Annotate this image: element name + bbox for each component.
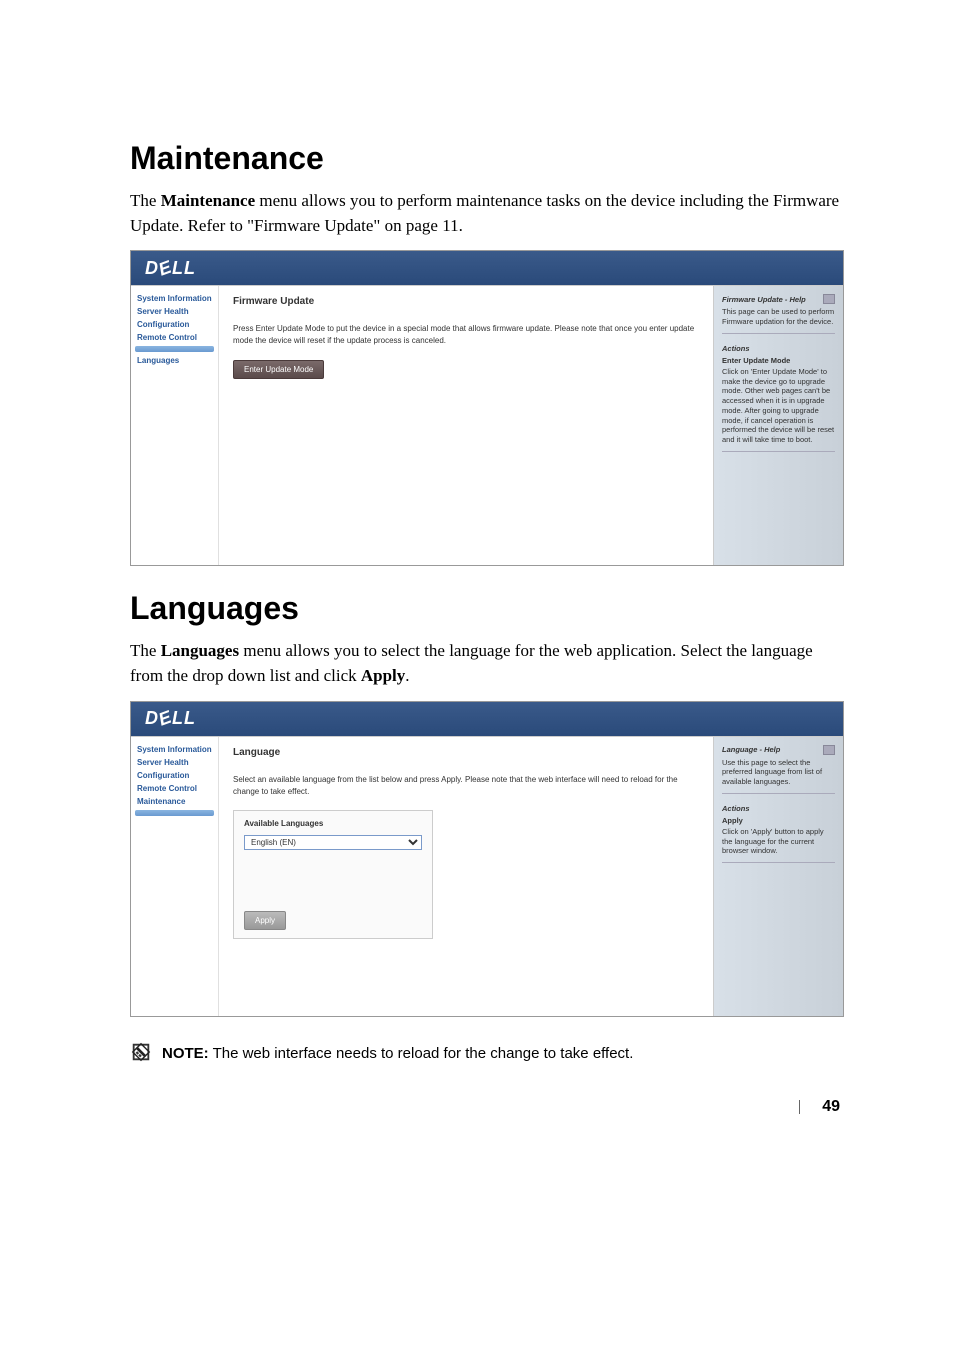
firmware-update-screenshot: DELL System Information Server Health Co… [130, 250, 844, 566]
screenshot-help-panel: Firmware Update - Help This page can be … [713, 286, 843, 565]
language-title: Language [233, 747, 699, 758]
apply-button[interactable]: Apply [244, 911, 286, 930]
screenshot-help-panel: Language - Help Use this page to select … [713, 737, 843, 1016]
note-label: NOTE: [162, 1045, 209, 1062]
dell-logo: DELL [145, 708, 196, 729]
action-description: Click on 'Enter Update Mode' to make the… [722, 367, 835, 452]
screenshot-header: DELL [131, 702, 843, 736]
sidebar-item[interactable]: System Information [135, 292, 214, 305]
text-bold: Maintenance [161, 191, 255, 210]
language-select-box: Available Languages English (EN) Apply [233, 810, 433, 939]
text-bold: Languages [161, 641, 239, 660]
text: . [405, 666, 409, 685]
text: The [130, 191, 161, 210]
language-text: Select an available language from the li… [233, 774, 699, 798]
screenshot-header: DELL [131, 251, 843, 285]
action-description: Click on 'Apply' button to apply the lan… [722, 827, 835, 863]
maintenance-paragraph: The Maintenance menu allows you to perfo… [130, 189, 844, 238]
text-bold: Apply [361, 666, 405, 685]
language-select[interactable]: English (EN) [244, 835, 422, 850]
page-number: 49 [822, 1098, 840, 1115]
available-languages-label: Available Languages [244, 819, 422, 828]
sidebar-item[interactable]: Configuration [135, 769, 214, 782]
note-row: NOTE: The web interface needs to reload … [130, 1041, 844, 1064]
sidebar-item[interactable]: Remote Control [135, 782, 214, 795]
note-text: NOTE: The web interface needs to reload … [162, 1041, 633, 1064]
help-icon[interactable] [823, 745, 835, 755]
firmware-update-text: Press Enter Update Mode to put the devic… [233, 323, 699, 347]
sidebar-item[interactable]: Server Health [135, 756, 214, 769]
actions-label: Actions [722, 344, 835, 353]
maintenance-heading: Maintenance [130, 140, 844, 177]
languages-heading: Languages [130, 590, 844, 627]
sidebar-item-active[interactable] [135, 810, 214, 816]
help-title: Language - Help [722, 745, 780, 754]
sidebar-item[interactable]: Server Health [135, 305, 214, 318]
action-name: Enter Update Mode [722, 356, 835, 365]
dell-logo: DELL [145, 258, 196, 279]
sidebar-item[interactable]: Configuration [135, 318, 214, 331]
help-description: Use this page to select the preferred la… [722, 758, 835, 794]
help-title: Firmware Update - Help [722, 295, 806, 304]
screenshot-main: Firmware Update Press Enter Update Mode … [219, 286, 713, 565]
sidebar-item[interactable]: Remote Control [135, 331, 214, 344]
help-icon[interactable] [823, 294, 835, 304]
screenshot-main: Language Select an available language fr… [219, 737, 713, 1016]
help-description: This page can be used to perform Firmwar… [722, 307, 835, 334]
sidebar-item[interactable]: Maintenance [135, 795, 214, 808]
page-footer: 49 [130, 1098, 844, 1116]
screenshot-sidebar: System Information Server Health Configu… [131, 286, 219, 565]
sidebar-item[interactable]: Languages [135, 354, 214, 367]
enter-update-mode-button[interactable]: Enter Update Mode [233, 360, 324, 379]
actions-label: Actions [722, 804, 835, 813]
language-screenshot: DELL System Information Server Health Co… [130, 701, 844, 1017]
sidebar-item[interactable]: System Information [135, 743, 214, 756]
text: The [130, 641, 161, 660]
note-body: The web interface needs to reload for th… [209, 1045, 634, 1062]
note-icon [130, 1041, 152, 1063]
sidebar-item-active[interactable] [135, 346, 214, 352]
page-separator [799, 1100, 800, 1114]
screenshot-sidebar: System Information Server Health Configu… [131, 737, 219, 1016]
languages-paragraph: The Languages menu allows you to select … [130, 639, 844, 688]
action-name: Apply [722, 816, 835, 825]
firmware-update-title: Firmware Update [233, 296, 699, 307]
